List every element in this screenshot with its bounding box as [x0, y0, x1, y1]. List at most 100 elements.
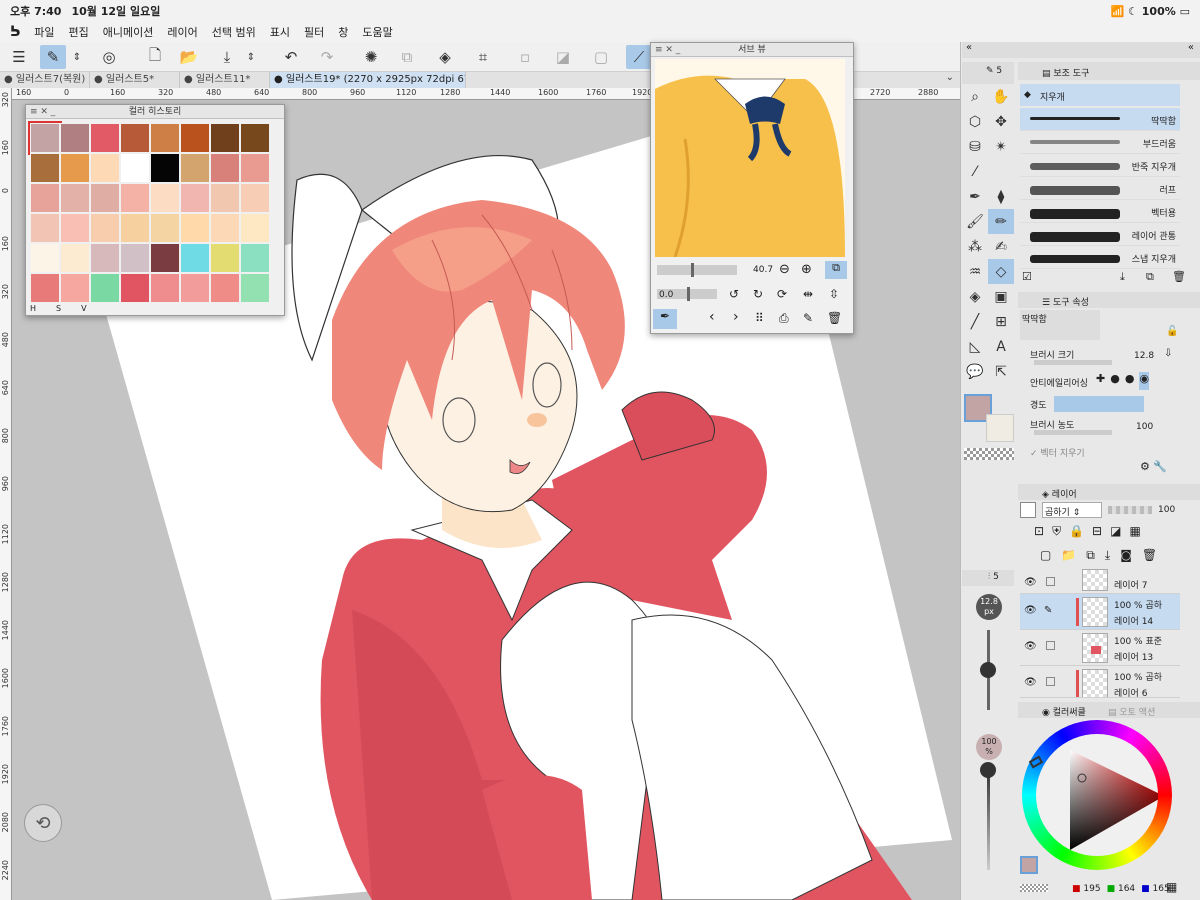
blend-mode-select[interactable]: 곱하기 ⇕	[1042, 502, 1102, 518]
grid-view-icon[interactable]: ⠿	[755, 311, 764, 325]
flip-vertical-icon[interactable]: ⇳	[829, 287, 839, 301]
hamburger-menu-icon[interactable]: ☰	[6, 45, 32, 69]
color-swatch[interactable]	[120, 213, 150, 243]
color-swatch[interactable]	[240, 183, 270, 213]
color-swatch[interactable]	[30, 243, 60, 273]
redo-icon[interactable]: ↷	[314, 45, 340, 69]
color-swatch[interactable]	[60, 213, 90, 243]
hand-tool-icon[interactable]: ✋	[988, 84, 1014, 109]
deselect-icon[interactable]: ◪	[550, 45, 576, 69]
sub-tool-tab[interactable]: ▤ 보조 도구	[1042, 66, 1089, 79]
collapse-right-icon[interactable]: «	[1188, 42, 1194, 53]
color-swatch[interactable]	[150, 213, 180, 243]
auto-select-icon[interactable]: ✴	[988, 134, 1014, 159]
updown-arrows-icon[interactable]: ⇕	[70, 45, 84, 69]
rotate-view-icon[interactable]: ⟲	[24, 804, 62, 842]
color-swatch[interactable]	[180, 243, 210, 273]
sub-color-chip[interactable]	[986, 414, 1014, 442]
brush-kneaded[interactable]: 반죽 지우개	[1020, 154, 1180, 177]
rotate-left-icon[interactable]: ↺	[729, 287, 739, 301]
clear-icon[interactable]: ▫	[512, 45, 538, 69]
fit-view-icon[interactable]: ⧉	[825, 261, 847, 279]
airbrush-tool-icon[interactable]: ✏	[988, 209, 1014, 234]
palette-icon[interactable]: ▦	[1129, 524, 1140, 540]
frame-tool-icon[interactable]: ⊞	[988, 309, 1014, 334]
color-swatch[interactable]	[60, 273, 90, 303]
correction-tool-icon[interactable]: ⇱	[988, 359, 1014, 384]
next-image-icon[interactable]: ›	[733, 309, 739, 325]
layer-row[interactable]: 👁 ✎ 100 % 곱하 레이어 14	[1020, 594, 1180, 630]
color-swatch[interactable]	[180, 153, 210, 183]
merge-down-icon[interactable]: ⤓	[1105, 548, 1110, 564]
visibility-icon[interactable]: 👁	[1024, 677, 1037, 688]
move-tool-icon[interactable]: ✥	[988, 109, 1014, 134]
color-swatch[interactable]	[90, 183, 120, 213]
mask-icon[interactable]: ◪	[1110, 524, 1121, 540]
color-swatch[interactable]	[210, 183, 240, 213]
color-swatch[interactable]	[240, 123, 270, 153]
pattern-tool-icon[interactable]: ⧫	[988, 184, 1014, 209]
color-swatch[interactable]	[210, 213, 240, 243]
menu-selection[interactable]: 선택 범위	[212, 24, 256, 40]
color-swatch[interactable]	[180, 213, 210, 243]
color-swatch[interactable]	[120, 243, 150, 273]
quick-access-icon[interactable]: ✎	[40, 45, 66, 69]
color-swatch[interactable]	[120, 273, 150, 303]
copy-subtool-icon[interactable]: ⧉	[1146, 270, 1154, 284]
companion-icon[interactable]: ◎	[96, 45, 122, 69]
auto-action-tab[interactable]: ▤ 오토 액션	[1108, 705, 1155, 718]
brush-size-knob[interactable]	[980, 662, 996, 678]
slider-tab-icon[interactable]: ⫶ 5	[988, 572, 999, 582]
lock-layer-icon[interactable]: 🔒	[1069, 524, 1084, 540]
menu-window[interactable]: 창	[338, 24, 348, 40]
antialias-options[interactable]: ✚ ● ● ◉	[1096, 372, 1166, 390]
edit-icon[interactable]: ✎	[803, 311, 813, 325]
color-swatch[interactable]	[240, 213, 270, 243]
pen-tool-icon[interactable]: ✒	[962, 184, 988, 209]
color-swatch[interactable]	[150, 243, 180, 273]
zoom-out-icon[interactable]: ⊖	[779, 262, 790, 277]
lock-transparent-icon[interactable]: ⊟	[1092, 524, 1102, 540]
save-icon[interactable]: ⤓	[214, 45, 240, 69]
color-swatch[interactable]	[150, 153, 180, 183]
delete-subtool-icon[interactable]: 🗑	[1172, 270, 1186, 283]
text-tool-icon[interactable]: A	[988, 334, 1014, 359]
layer-checkbox[interactable]	[1046, 577, 1055, 586]
color-swatch[interactable]	[210, 123, 240, 153]
transparent-swatch[interactable]	[1020, 884, 1048, 892]
updown-arrows-2-icon[interactable]: ⇕	[244, 45, 258, 69]
eyedropper-icon[interactable]: ✒	[653, 309, 677, 329]
clip-icon[interactable]: ⊡	[1034, 524, 1044, 540]
layer-row[interactable]: 👁 레이어 7	[1020, 566, 1180, 594]
brush-hard[interactable]: 딱딱함	[1020, 108, 1180, 131]
app-logo-icon[interactable]: ᕊ	[10, 24, 20, 40]
new-file-icon[interactable]: 🗋	[142, 45, 168, 69]
import-subtool-icon[interactable]: ⤓	[1120, 270, 1125, 284]
color-swatch[interactable]	[150, 183, 180, 213]
decoration-tool-icon[interactable]: ⁂	[962, 234, 988, 259]
layer-tab[interactable]: ◈ 레이어	[1042, 487, 1077, 500]
mask-layer-icon[interactable]: ◙	[1120, 548, 1132, 564]
gradient-tool-icon[interactable]: ▣	[988, 284, 1014, 309]
layer-row[interactable]: 👁 100 % 표준 레이어 13	[1020, 630, 1180, 666]
brush-tool-icon[interactable]: 🖌	[962, 209, 988, 234]
brush-vector[interactable]: 벡터용	[1020, 200, 1180, 223]
tab-illust19[interactable]: ● 일러스트19* (2270 x 2925px 72dpi 67.4%)	[270, 72, 466, 88]
delete-icon[interactable]: 🗑	[827, 311, 842, 325]
import-image-icon[interactable]: ⎙	[779, 311, 789, 326]
transform-icon[interactable]: ⌗	[470, 45, 496, 69]
color-swatch[interactable]	[60, 243, 90, 273]
transparent-color-chip[interactable]	[964, 448, 1014, 460]
color-swatch[interactable]	[150, 273, 180, 303]
color-swatch[interactable]	[30, 183, 60, 213]
flip-horizontal-icon[interactable]: ⇹	[803, 287, 813, 301]
tab-illust11[interactable]: ● 일러스트11*	[180, 72, 270, 88]
color-swatch[interactable]	[28, 121, 62, 155]
visibility-icon[interactable]: 👁	[1024, 641, 1037, 652]
layer-row[interactable]: 👁 100 % 곱하 레이어 6	[1020, 666, 1180, 698]
zoom-slider[interactable]	[657, 263, 737, 277]
menu-view[interactable]: 표시	[270, 24, 290, 40]
color-swatch[interactable]	[180, 273, 210, 303]
visibility-icon[interactable]: 👁	[1024, 577, 1037, 588]
brush-rough[interactable]: 러프	[1020, 177, 1180, 200]
